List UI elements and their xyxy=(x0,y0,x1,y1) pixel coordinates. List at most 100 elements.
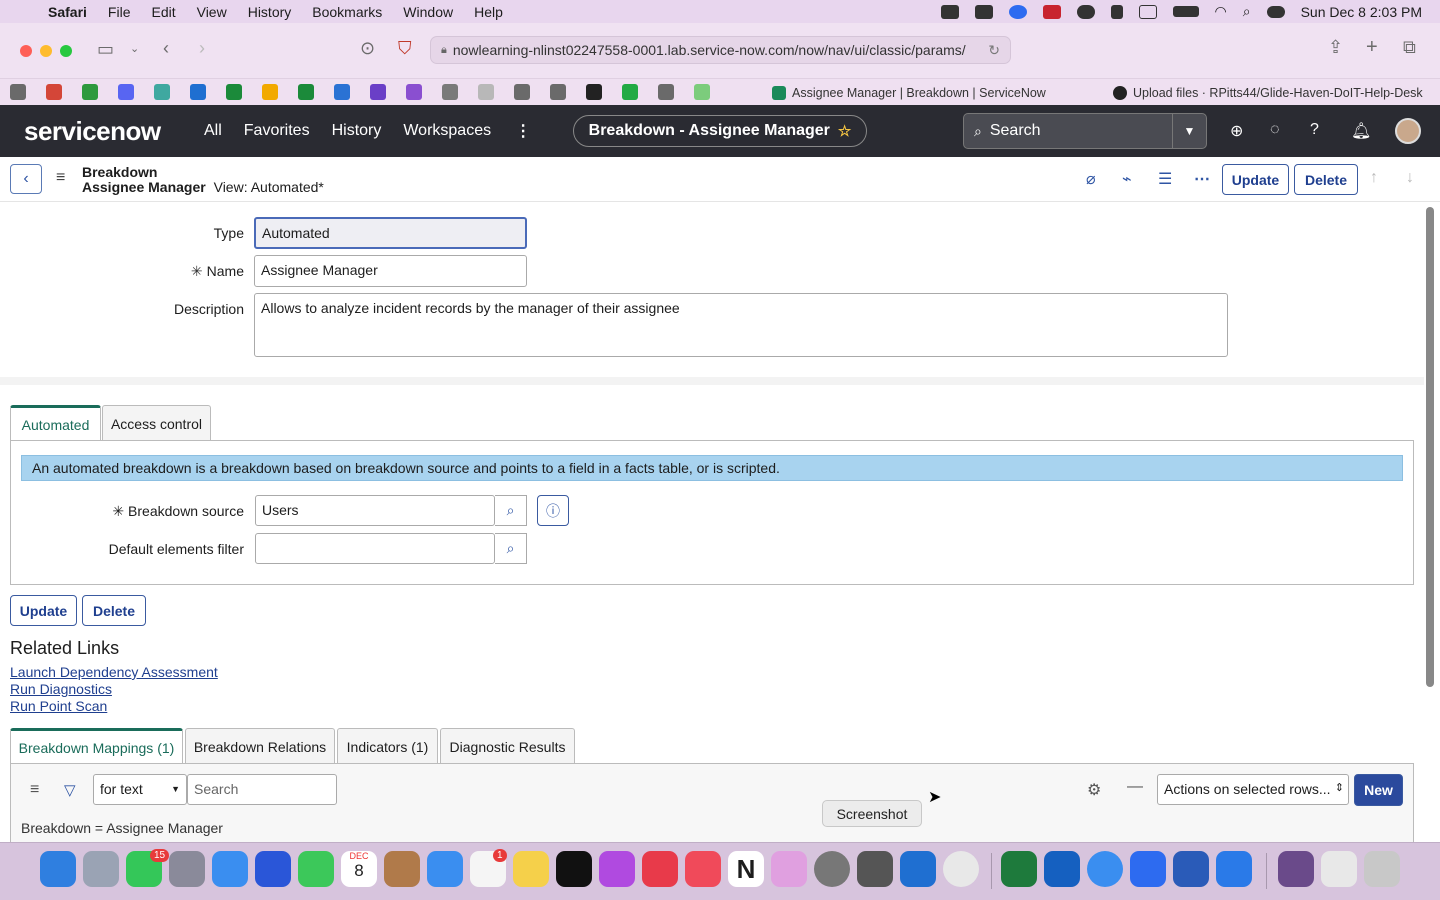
reload-icon[interactable]: ↻ xyxy=(988,42,1000,59)
delete-button[interactable]: Delete xyxy=(1294,164,1358,195)
bookmark-icon[interactable] xyxy=(226,84,242,100)
tab-diagnostic-results[interactable]: Diagnostic Results xyxy=(440,728,575,764)
chrome-icon[interactable] xyxy=(943,851,979,887)
tab-breakdown-relations[interactable]: Breakdown Relations xyxy=(185,728,335,764)
global-search[interactable]: ⌕ Search ▼ xyxy=(963,113,1207,149)
search-dropdown-icon[interactable]: ▼ xyxy=(1172,114,1206,148)
breakdown-source-field[interactable]: Users xyxy=(255,495,495,526)
lookup-search-icon[interactable]: ⌕ xyxy=(495,495,527,526)
star-icon[interactable]: ☆ xyxy=(838,122,851,140)
zoom-status-icon[interactable] xyxy=(1008,4,1027,19)
back-button[interactable]: ‹ xyxy=(10,164,42,194)
wifi-icon[interactable]: ◠ xyxy=(1215,3,1227,20)
battery-icon[interactable] xyxy=(1172,6,1199,17)
zoom-window-button[interactable] xyxy=(60,44,72,57)
podcasts-icon[interactable] xyxy=(599,851,635,887)
settings-sliders-icon[interactable]: ☰ xyxy=(1158,169,1172,189)
actions-select[interactable]: Actions on selected rows... ⇕ xyxy=(1157,774,1349,805)
collapse-icon[interactable]: — xyxy=(1127,778,1143,796)
type-field[interactable]: Automated xyxy=(254,217,527,249)
update-button[interactable]: Update xyxy=(1222,164,1289,195)
address-bar[interactable]: 🔒︎ nowlearning-nlinst02247558-0001.lab.s… xyxy=(430,36,1011,64)
bookmark-icon[interactable] xyxy=(658,84,674,100)
list-search-input[interactable]: Search xyxy=(187,774,337,805)
mail-icon[interactable] xyxy=(427,851,463,887)
previous-record-icon[interactable]: ↑ xyxy=(1370,169,1378,187)
link-launch-dependency-assessment[interactable]: Launch Dependency Assessment xyxy=(10,664,218,680)
close-window-button[interactable] xyxy=(20,44,32,57)
page-scrollbar[interactable] xyxy=(1426,207,1434,687)
discord-bookmark-icon[interactable] xyxy=(118,84,134,100)
bookmark-icon[interactable] xyxy=(154,84,170,100)
flame-icon[interactable] xyxy=(1110,4,1123,19)
bookmark-icon[interactable] xyxy=(298,84,314,100)
context-pill[interactable]: Breakdown - Assignee Manager ☆ xyxy=(573,115,867,147)
downloads-icon[interactable]: ⊙ xyxy=(360,38,375,59)
bookmark-icon[interactable] xyxy=(82,84,98,100)
attachment-icon[interactable]: ⌀ xyxy=(1086,169,1096,189)
lookup-search-icon[interactable]: ⌕ xyxy=(495,533,527,564)
music-icon[interactable] xyxy=(685,851,721,887)
bookmark-icon[interactable] xyxy=(694,84,710,100)
bookmark-icon[interactable] xyxy=(478,84,494,100)
search-field-select[interactable]: for text ▼ xyxy=(93,774,187,805)
apple-icon[interactable] xyxy=(18,4,34,20)
notes-icon[interactable] xyxy=(513,851,549,887)
chevron-down-icon[interactable]: ⌄ xyxy=(130,42,139,55)
menu-window[interactable]: Window xyxy=(403,4,453,20)
aws-bookmark-icon[interactable] xyxy=(586,84,602,100)
next-record-icon[interactable]: ↓ xyxy=(1406,169,1414,187)
control-center-icon[interactable] xyxy=(1266,5,1285,18)
outlook-icon[interactable] xyxy=(1044,851,1080,887)
photos-icon[interactable] xyxy=(771,851,807,887)
rocket-app-icon[interactable] xyxy=(169,851,205,887)
nav-workspaces[interactable]: Workspaces xyxy=(403,122,491,140)
menu-view[interactable]: View xyxy=(197,4,227,20)
bookmark-icon[interactable] xyxy=(370,84,386,100)
back-arrow-icon[interactable]: ‹ xyxy=(163,38,169,59)
bookmark-icon[interactable] xyxy=(406,84,422,100)
trash-icon[interactable] xyxy=(1364,851,1400,887)
drive-bookmark-icon[interactable] xyxy=(262,84,278,100)
filter-icon[interactable]: ▽ xyxy=(64,781,76,799)
more-options-icon[interactable]: ⋯ xyxy=(1194,169,1210,189)
cloud-icon[interactable] xyxy=(1076,4,1095,19)
minimize-window-button[interactable] xyxy=(40,44,52,57)
default-elements-filter-field[interactable] xyxy=(255,533,495,564)
gmail-bookmark-icon[interactable] xyxy=(46,84,62,100)
description-field[interactable]: Allows to analyze incident records by th… xyxy=(254,293,1228,357)
new-button[interactable]: New xyxy=(1354,774,1403,806)
safari-icon[interactable] xyxy=(1087,851,1123,887)
more-menu-icon[interactable]: ⋮ xyxy=(515,121,531,141)
screenshot-icon[interactable] xyxy=(857,851,893,887)
contacts-icon[interactable] xyxy=(384,851,420,887)
extension-icon[interactable]: ⛉ xyxy=(398,38,412,59)
docs-bookmark-icon[interactable] xyxy=(334,84,350,100)
help-icon[interactable]: ? xyxy=(1310,121,1319,139)
tab-indicators[interactable]: Indicators (1) xyxy=(337,728,438,764)
menu-bookmarks[interactable]: Bookmarks xyxy=(312,4,382,20)
tab-access-control[interactable]: Access control xyxy=(102,405,211,441)
menu-app-name[interactable]: Safari xyxy=(48,4,87,20)
chat-icon[interactable]: ◌ xyxy=(1270,121,1280,139)
bookmark-icon[interactable] xyxy=(442,84,458,100)
notion-icon[interactable]: N xyxy=(728,851,764,887)
tab-breakdown-mappings[interactable]: Breakdown Mappings (1) xyxy=(10,728,183,764)
info-icon[interactable]: ⓘ xyxy=(537,495,569,526)
app-store-icon[interactable] xyxy=(212,851,248,887)
gear-icon[interactable]: ⚙ xyxy=(1087,780,1101,800)
bookmark-icon[interactable] xyxy=(622,84,638,100)
mcafee-icon[interactable] xyxy=(1042,4,1061,19)
screen-mirror-icon[interactable] xyxy=(1138,4,1157,19)
bottom-delete-button[interactable]: Delete xyxy=(82,595,146,626)
tab-overview-icon[interactable]: ⧉ xyxy=(1403,37,1416,58)
form-view[interactable]: View: Automated* xyxy=(214,179,324,195)
jira-bookmark-icon[interactable] xyxy=(190,84,206,100)
calendar-icon[interactable]: DEC 8 xyxy=(341,851,377,887)
bottom-update-button[interactable]: Update xyxy=(10,595,77,626)
launchpad-icon[interactable] xyxy=(83,851,119,887)
forward-arrow-icon[interactable]: › xyxy=(199,38,205,59)
word-icon[interactable] xyxy=(1173,851,1209,887)
activity-icon[interactable]: ⌁ xyxy=(1122,169,1132,189)
facetime-icon[interactable] xyxy=(298,851,334,887)
